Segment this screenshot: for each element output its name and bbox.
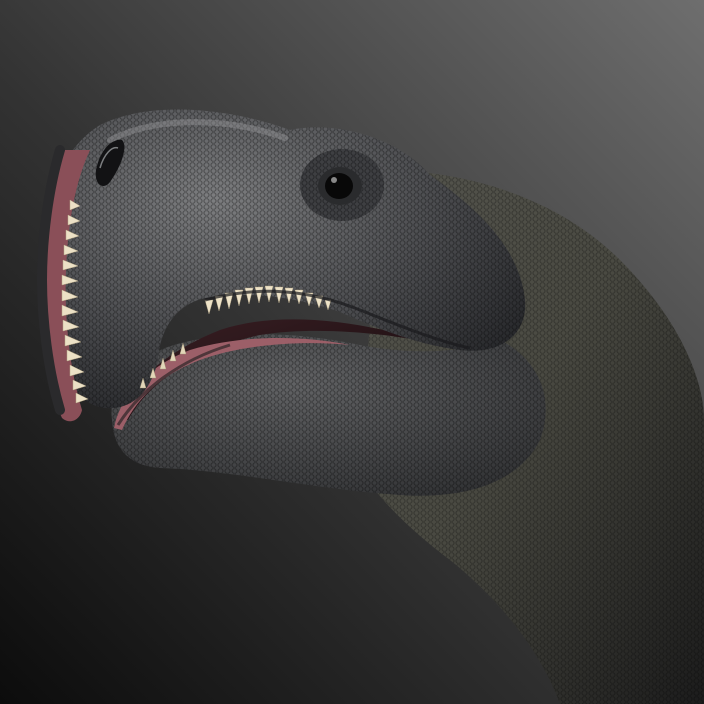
dinosaur-illustration (0, 0, 704, 704)
dinosaur-render (0, 0, 704, 704)
